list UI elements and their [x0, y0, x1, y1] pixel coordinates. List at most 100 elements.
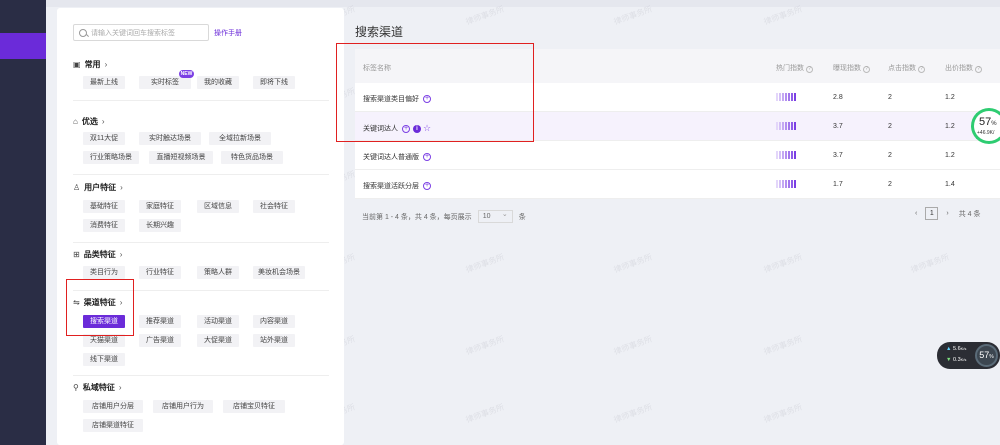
hot-index-bars — [776, 122, 796, 130]
section-common: ▣ 常用 › 最新上线 实时标签 NEW 我的收藏 即将下线 — [73, 58, 295, 89]
tag-item[interactable]: 内容渠道 — [253, 315, 295, 328]
watermark: 律师事务所 — [464, 252, 506, 275]
watermark: 律师事务所 — [612, 402, 654, 425]
help-icon[interactable]: ? — [863, 66, 870, 73]
tag-item[interactable]: 实时触达场景 — [139, 132, 201, 145]
tag-item[interactable]: 区域信息 — [197, 200, 239, 213]
download-arrow-icon: ▼ — [946, 357, 952, 363]
add-icon[interactable]: + — [423, 153, 431, 162]
help-icon[interactable]: ? — [918, 66, 925, 73]
divider — [73, 174, 329, 175]
tag-item[interactable]: 行业特征 — [139, 266, 181, 279]
ring-percent-value: 57 — [979, 116, 992, 128]
widget-percent-value: 57 — [979, 350, 990, 360]
watermark: 律师事务所 — [464, 4, 506, 27]
header-click[interactable]: 点击指数? — [888, 63, 925, 73]
divider — [73, 242, 329, 243]
chevron-right-icon: › — [101, 116, 105, 126]
tag-item[interactable]: 直播短视频场景 — [149, 151, 213, 164]
tag-item[interactable]: 双11大促 — [83, 132, 125, 145]
watermark: 律师事务所 — [464, 402, 506, 425]
tag-item[interactable]: 全域拉新场景 — [209, 132, 271, 145]
prev-page-icon[interactable]: ‹ — [915, 210, 917, 217]
tag-item[interactable]: 特色货品场景 — [221, 151, 283, 164]
hot-index-bars — [776, 151, 796, 159]
row-click: 2 — [888, 181, 892, 188]
tag-latest[interactable]: 最新上线 — [83, 76, 125, 89]
section-title-label: 优选 — [81, 116, 98, 126]
ring-percent: 57% — [979, 116, 997, 128]
tag-item[interactable]: 推荐渠道 — [139, 315, 181, 328]
network-speed-widget[interactable]: ▲ 5.6K/s ▼ 0.3K/s 57% — [937, 342, 1000, 369]
header-bid[interactable]: 出价指数? — [945, 63, 982, 73]
row-bid: 1.4 — [945, 181, 955, 188]
header-label: 出价指数 — [945, 65, 973, 72]
tag-realtime[interactable]: 实时标签 NEW — [139, 70, 194, 89]
row-name-label: 搜索渠道活跃分层 — [363, 183, 419, 190]
row-name: 搜索渠道活跃分层 + — [363, 181, 431, 191]
row-name: 关键词达人普通版 + — [363, 152, 431, 162]
pager-unit: 条 — [518, 213, 526, 221]
tag-item[interactable]: 大促渠道 — [197, 334, 239, 347]
help-icon[interactable]: ? — [806, 66, 813, 73]
section-title[interactable]: ⌂ 优选 › — [73, 115, 105, 127]
tag-item[interactable]: 店铺渠道特征 — [83, 419, 143, 432]
tag-item[interactable]: 店铺用户行为 — [153, 400, 213, 413]
tag-item[interactable]: 行业策略场景 — [83, 151, 139, 164]
widget-percent: 57% — [975, 344, 998, 367]
tag-item[interactable]: 店铺用户分层 — [83, 400, 143, 413]
row-exposure: 3.7 — [833, 123, 843, 130]
ring-percent-unit: % — [991, 121, 997, 127]
performance-ring[interactable]: 57% +46.9K/ — [971, 108, 1000, 144]
page-title: 搜索渠道 — [355, 25, 404, 39]
key-icon: ⚲ — [73, 382, 79, 392]
row-click: 2 — [888, 152, 892, 159]
calendar-icon: ▣ — [73, 59, 81, 69]
page-size-select[interactable]: 10 — [477, 209, 513, 223]
search-input[interactable]: 请输入关键词回车搜索标签 — [73, 24, 209, 41]
tag-category-panel: 请输入关键词回车搜索标签 操作手册 ▣ 常用 › 最新上线 实时标签 NEW 我的… — [57, 8, 344, 445]
tag-item[interactable]: 广告渠道 — [139, 334, 181, 347]
header-hot[interactable]: 热门指数? — [776, 63, 813, 73]
tag-item[interactable]: 店铺宝贝特征 — [223, 400, 285, 413]
tag-item[interactable]: 站外渠道 — [253, 334, 295, 347]
section-title[interactable]: ♙ 用户特征 › — [73, 181, 123, 193]
table-row[interactable]: 搜索渠道活跃分层 + 1.7 2 1.4 — [355, 170, 1000, 199]
row-click: 2 — [888, 94, 892, 101]
page-number[interactable]: 1 — [925, 207, 939, 220]
upload-value: 5.6 — [952, 346, 961, 352]
tag-item[interactable]: 策略人群 — [197, 266, 239, 279]
header-exposure[interactable]: 曝现指数? — [833, 63, 870, 73]
section-title[interactable]: ⊞ 品类特征 › — [73, 248, 122, 260]
tag-item[interactable]: 美妆机会场景 — [253, 266, 305, 279]
pager-total: 共 4 条 — [958, 210, 981, 218]
section-category: ⊞ 品类特征 › 类目行为 行业特征 策略人群 美妆机会场景 — [73, 248, 305, 279]
section-title[interactable]: ⚲ 私域特征 › — [73, 381, 122, 393]
divider — [73, 375, 329, 376]
tag-favorites[interactable]: 我的收藏 — [197, 76, 239, 89]
section-title[interactable]: ▣ 常用 › — [73, 58, 107, 70]
section-title-label: 私域特征 — [82, 382, 115, 392]
tag-item[interactable]: 线下渠道 — [83, 353, 125, 366]
manual-link[interactable]: 操作手册 — [214, 28, 242, 38]
next-page-icon[interactable]: › — [946, 210, 948, 217]
watermark: 律师事务所 — [909, 252, 951, 275]
tag-item[interactable]: 家庭特征 — [139, 200, 181, 213]
nav-active-item[interactable] — [0, 33, 46, 59]
tag-item[interactable]: 消费特征 — [83, 219, 125, 232]
highlight-box — [336, 43, 534, 142]
row-bid: 1.2 — [945, 94, 955, 101]
search-icon — [79, 28, 87, 37]
tag-offline-soon[interactable]: 即将下线 — [253, 76, 295, 89]
tag-item[interactable]: 社会特征 — [253, 200, 295, 213]
tag-item[interactable]: 类目行为 — [83, 266, 125, 279]
table-row[interactable]: 关键词达人普通版 + 3.7 2 1.2 — [355, 141, 1000, 170]
chevron-right-icon: › — [104, 59, 108, 69]
tag-item[interactable]: 基础特征 — [83, 200, 125, 213]
tag-item[interactable]: 长期兴趣 — [139, 219, 181, 232]
tag-item[interactable]: 活动渠道 — [197, 315, 239, 328]
add-icon[interactable]: + — [423, 182, 431, 191]
help-icon[interactable]: ? — [975, 66, 982, 73]
top-strip — [46, 0, 1000, 7]
bag-icon: ⌂ — [73, 116, 78, 126]
